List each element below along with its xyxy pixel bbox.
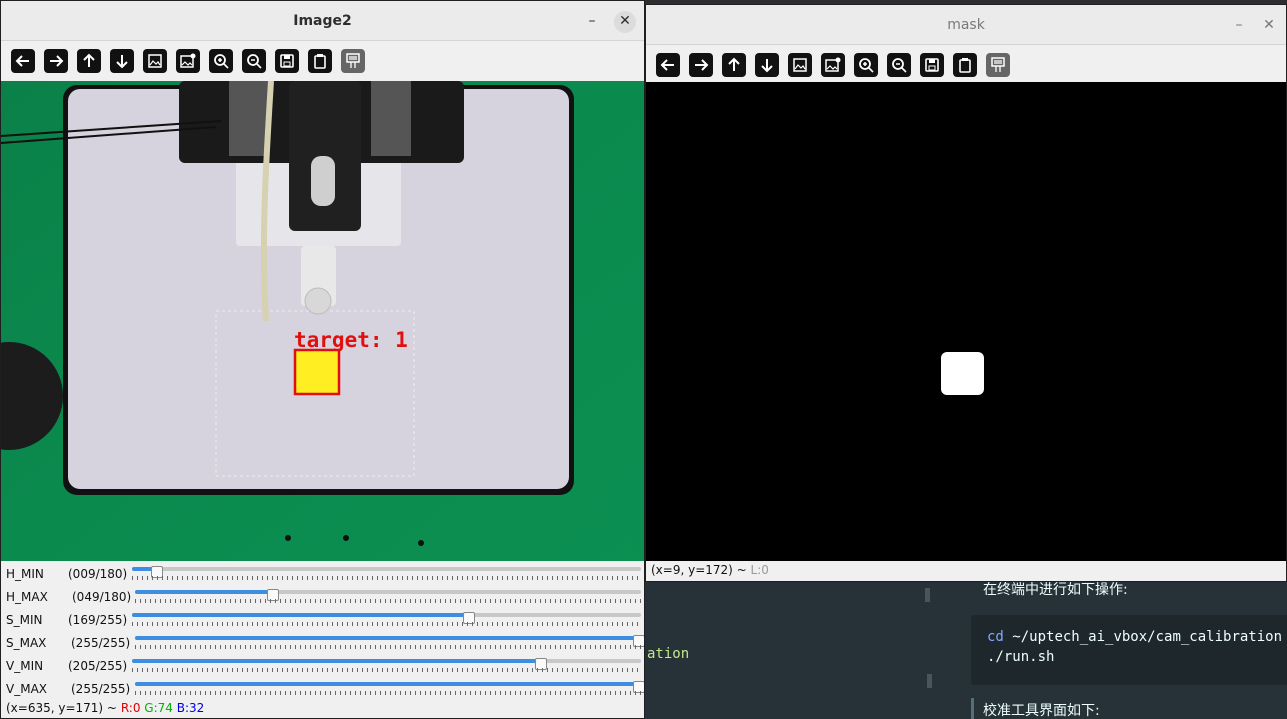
target-label: target: 1 bbox=[294, 328, 408, 352]
camera-image[interactable]: target: 1 bbox=[1, 81, 644, 561]
trackbar-value: (049/180) bbox=[72, 590, 132, 604]
code-editor-pane: ation bbox=[645, 582, 927, 719]
pixel-b: B:32 bbox=[176, 701, 205, 715]
trackbar-fill bbox=[135, 682, 641, 686]
arrow-down-icon[interactable] bbox=[110, 49, 134, 73]
code-command: cd bbox=[987, 629, 1004, 645]
toolbar bbox=[646, 46, 1286, 84]
trackbar-label: V_MAX bbox=[6, 682, 47, 696]
minimize-button[interactable]: – bbox=[581, 11, 603, 33]
blockquote-bar bbox=[971, 698, 974, 719]
trackbar-h-max: H_MAX (049/180) bbox=[1, 586, 644, 609]
trackbar-value: (169/255) bbox=[68, 613, 128, 627]
doc-text: 在终端中进行如下操作: bbox=[983, 582, 1128, 598]
code-fragment: ation bbox=[647, 646, 690, 662]
properties-icon[interactable] bbox=[341, 49, 365, 73]
trackbar-groove[interactable] bbox=[135, 589, 641, 601]
save-icon[interactable] bbox=[275, 49, 299, 73]
trackbar-label: H_MIN bbox=[6, 567, 44, 581]
trackbar-fill bbox=[135, 590, 273, 594]
image2-window: Image2 – ✕ target: 1 H_MIN (009/180) H_M… bbox=[0, 0, 645, 719]
close-button[interactable]: ✕ bbox=[614, 11, 636, 33]
trackbar-label: S_MAX bbox=[6, 636, 47, 650]
titlebar[interactable]: mask – ✕ bbox=[646, 5, 1286, 45]
trackbar-value: (255/255) bbox=[71, 636, 131, 650]
zoom-in-icon[interactable] bbox=[854, 53, 878, 77]
minimize-button[interactable]: – bbox=[1228, 15, 1250, 37]
zoom-out-icon[interactable] bbox=[242, 49, 266, 73]
markdown-preview: 在终端中进行如下操作: cd ~/uptech_ai_vbox/cam_cali… bbox=[933, 582, 1287, 719]
zoom-in-icon[interactable] bbox=[209, 49, 233, 73]
image-edit-icon[interactable] bbox=[821, 53, 845, 77]
status-bar: (x=635, y=171) ~ R:0 G:74 B:32 bbox=[1, 699, 644, 718]
scroll-marker bbox=[927, 674, 932, 688]
target-box bbox=[293, 348, 341, 396]
mask-window: mask – ✕ (x=9, y=172) ~ L:0 bbox=[645, 4, 1287, 582]
trackbar-fill bbox=[135, 636, 641, 640]
mask-blob bbox=[941, 352, 984, 395]
status-bar: (x=9, y=172) ~ L:0 bbox=[646, 561, 1286, 581]
arrow-left-icon[interactable] bbox=[11, 49, 35, 73]
pixel-g: G:74 bbox=[144, 701, 173, 715]
background-editor: ation 在终端中进行如下操作: cd ~/uptech_ai_vbox/ca… bbox=[645, 582, 1287, 719]
save-icon[interactable] bbox=[920, 53, 944, 77]
image-edit-icon[interactable] bbox=[176, 49, 200, 73]
pixel-coords: (x=9, y=172) ~ bbox=[651, 563, 747, 577]
trackbar-ticks bbox=[135, 645, 641, 649]
arrow-up-icon[interactable] bbox=[77, 49, 101, 73]
pixel-l: L:0 bbox=[750, 563, 769, 577]
arrow-down-icon[interactable] bbox=[755, 53, 779, 77]
close-button[interactable]: ✕ bbox=[1258, 15, 1280, 37]
trackbar-panel: H_MIN (009/180) H_MAX (049/180) S_MIN (169/25… bbox=[1, 561, 644, 701]
trackbar-label: H_MAX bbox=[6, 590, 48, 604]
trackbar-groove[interactable] bbox=[132, 612, 641, 624]
image-icon[interactable] bbox=[143, 49, 167, 73]
code-line: ./run.sh bbox=[987, 649, 1055, 665]
properties-icon[interactable] bbox=[986, 53, 1010, 77]
trackbar-v-max: V_MAX (255/255) bbox=[1, 678, 644, 701]
trackbar-s-max: S_MAX (255/255) bbox=[1, 632, 644, 655]
image-icon[interactable] bbox=[788, 53, 812, 77]
code-path: ~/uptech_ai_vbox/cam_calibration bbox=[1012, 629, 1283, 645]
clipboard-icon[interactable] bbox=[308, 49, 332, 73]
scroll-marker bbox=[925, 588, 930, 602]
trackbar-groove[interactable] bbox=[135, 681, 644, 693]
trackbar-v-min: V_MIN (205/255) bbox=[1, 655, 644, 678]
arrow-right-icon[interactable] bbox=[44, 49, 68, 73]
trackbar-fill bbox=[132, 659, 542, 663]
arrow-left-icon[interactable] bbox=[656, 53, 680, 77]
trackbar-s-min: S_MIN (169/255) bbox=[1, 609, 644, 632]
trackbar-value: (255/255) bbox=[71, 682, 131, 696]
arrow-right-icon[interactable] bbox=[689, 53, 713, 77]
code-block: cd ~/uptech_ai_vbox/cam_calibration ./ru… bbox=[971, 615, 1287, 685]
window-title: mask bbox=[947, 17, 985, 33]
trackbar-ticks bbox=[132, 668, 641, 672]
window-title: Image2 bbox=[293, 13, 352, 29]
trackbar-label: S_MIN bbox=[6, 613, 43, 627]
trackbar-fill bbox=[132, 613, 470, 617]
pixel-r: R:0 bbox=[120, 701, 141, 715]
toolbar bbox=[1, 42, 644, 80]
trackbar-ticks bbox=[132, 576, 641, 580]
trackbar-ticks bbox=[135, 691, 641, 695]
trackbar-value: (009/180) bbox=[68, 567, 128, 581]
mask-image[interactable] bbox=[646, 82, 1287, 562]
trackbar-groove[interactable] bbox=[132, 566, 641, 578]
doc-text: 校准工具界面如下: bbox=[983, 703, 1100, 719]
pixel-coords: (x=635, y=171) ~ bbox=[6, 701, 117, 715]
arrow-up-icon[interactable] bbox=[722, 53, 746, 77]
trackbar-ticks bbox=[135, 599, 641, 603]
titlebar[interactable]: Image2 – ✕ bbox=[1, 1, 644, 41]
clipboard-icon[interactable] bbox=[953, 53, 977, 77]
trackbar-label: V_MIN bbox=[6, 659, 44, 673]
zoom-out-icon[interactable] bbox=[887, 53, 911, 77]
trackbar-value: (205/255) bbox=[68, 659, 128, 673]
trackbar-groove[interactable] bbox=[135, 635, 644, 647]
trackbar-h-min: H_MIN (009/180) bbox=[1, 563, 644, 586]
trackbar-groove[interactable] bbox=[132, 658, 641, 670]
trackbar-ticks bbox=[132, 622, 641, 626]
